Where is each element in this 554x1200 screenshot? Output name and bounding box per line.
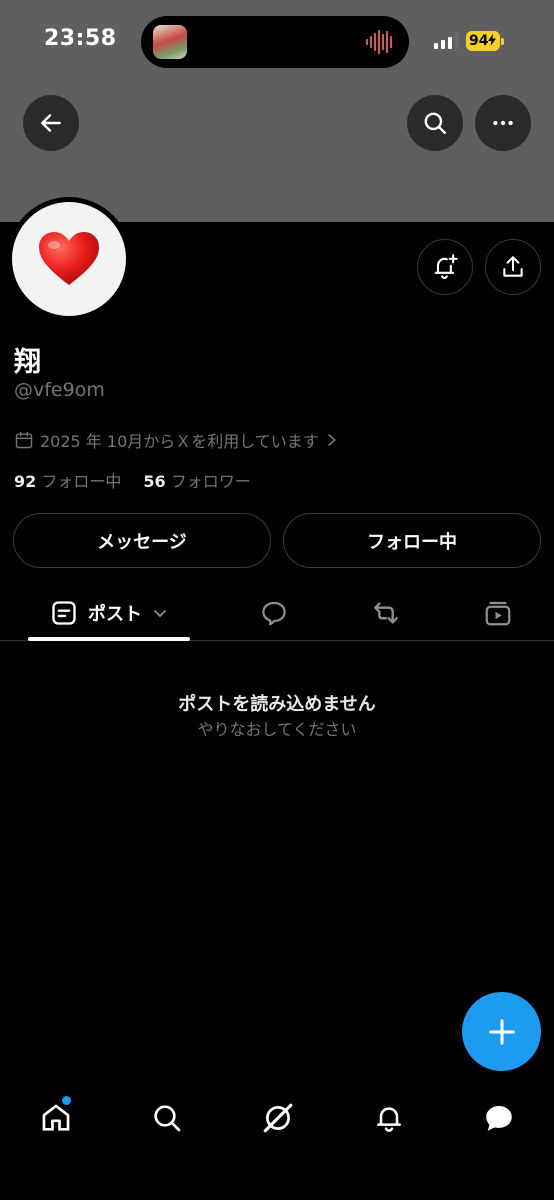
messages-icon bbox=[486, 1105, 512, 1131]
dynamic-island[interactable] bbox=[141, 16, 409, 68]
joined-date[interactable]: 2025 年 10月からＸを利用しています bbox=[14, 428, 339, 452]
following-link[interactable]: 92 フォロー中 bbox=[14, 468, 121, 492]
plus-icon bbox=[488, 1018, 515, 1045]
followers-count: 56 bbox=[143, 472, 166, 491]
follow-stats: 92 フォロー中 56 フォロワー bbox=[14, 468, 251, 492]
display-name: 翔 bbox=[14, 347, 41, 378]
followers-label: フォロワー bbox=[170, 472, 251, 491]
empty-state-title: ポストを読み込めません bbox=[178, 694, 376, 715]
chevron-right-icon bbox=[327, 434, 336, 446]
following-label: フォロー中 bbox=[41, 472, 122, 491]
nav-messages[interactable] bbox=[477, 1096, 521, 1140]
grok-icon bbox=[263, 1103, 293, 1133]
search-icon bbox=[154, 1105, 181, 1132]
home-icon bbox=[42, 1104, 70, 1131]
compose-post-button[interactable] bbox=[462, 992, 541, 1071]
now-playing-thumbnail bbox=[153, 25, 187, 59]
status-time: 23:58 bbox=[44, 26, 117, 51]
message-button[interactable]: メッセージ bbox=[13, 513, 271, 568]
tab-reposts[interactable] bbox=[362, 585, 410, 641]
battery-level: 94 bbox=[469, 33, 489, 49]
calendar-icon bbox=[15, 431, 33, 449]
replies-icon bbox=[262, 601, 286, 626]
nav-home[interactable] bbox=[34, 1096, 78, 1140]
back-button[interactable] bbox=[23, 95, 79, 151]
following-button[interactable]: フォロー中 bbox=[283, 513, 541, 568]
tab-posts[interactable]: ポスト bbox=[28, 585, 190, 641]
cellular-signal-icon bbox=[434, 33, 459, 49]
nav-notifications[interactable] bbox=[367, 1096, 411, 1140]
tab-posts-label: ポスト bbox=[88, 604, 142, 625]
repost-icon bbox=[374, 602, 398, 624]
red-heart-icon bbox=[39, 232, 99, 285]
arrow-left-icon bbox=[41, 114, 61, 132]
bottom-navigation bbox=[0, 1080, 554, 1156]
media-icon bbox=[485, 601, 511, 626]
empty-state-subtitle: やりなおしてください bbox=[197, 720, 357, 739]
joined-text: 2025 年 10月からＸを利用しています bbox=[40, 432, 319, 451]
nav-grok[interactable] bbox=[256, 1096, 300, 1140]
active-tab-indicator bbox=[28, 637, 190, 641]
more-button[interactable] bbox=[475, 95, 531, 151]
posts-icon bbox=[52, 601, 76, 625]
tab-media[interactable] bbox=[474, 585, 522, 641]
battery-indicator: 94 bbox=[466, 31, 504, 51]
charging-bolt-icon bbox=[488, 34, 497, 46]
chevron-down-icon bbox=[154, 610, 166, 617]
notifications-toggle-button[interactable] bbox=[417, 239, 473, 295]
unread-indicator bbox=[62, 1096, 71, 1105]
username-handle: @vfe9om bbox=[14, 379, 105, 401]
search-button[interactable] bbox=[407, 95, 463, 151]
profile-tabs: ポスト bbox=[0, 585, 554, 641]
share-upload-icon bbox=[503, 256, 523, 277]
more-horizontal-icon bbox=[493, 120, 513, 126]
followers-link[interactable]: 56 フォロワー bbox=[143, 468, 250, 492]
audio-waveform-icon bbox=[365, 29, 393, 55]
avatar[interactable] bbox=[7, 197, 131, 321]
nav-search[interactable] bbox=[145, 1096, 189, 1140]
following-count: 92 bbox=[14, 472, 37, 491]
search-icon bbox=[424, 112, 446, 134]
bell-icon bbox=[377, 1107, 401, 1132]
bell-plus-icon bbox=[434, 254, 458, 280]
tab-replies[interactable] bbox=[250, 585, 298, 641]
share-button[interactable] bbox=[485, 239, 541, 295]
